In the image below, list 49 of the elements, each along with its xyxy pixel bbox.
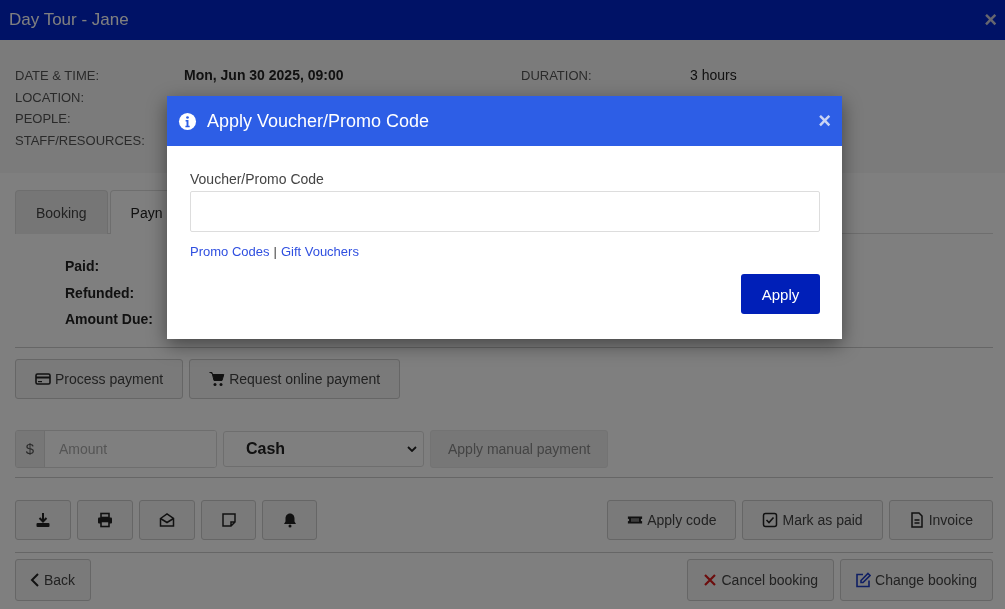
promo-code-input[interactable] [190, 191, 820, 232]
currency-symbol: $ [16, 430, 45, 467]
detail-label: PEOPLE: [15, 110, 72, 128]
link[interactable]: Gift Vouchers [280, 244, 359, 259]
email-button[interactable] [139, 499, 195, 540]
credit-card-icon [35, 370, 51, 387]
close-icon [701, 571, 718, 588]
detail-value: Mon, Jun 30 2025, 09:00 [184, 66, 345, 85]
edit-icon [855, 571, 871, 588]
back-button[interactable]: Back [15, 558, 92, 601]
chevron-left-icon [30, 571, 40, 588]
detail-label: DURATION: [521, 67, 593, 85]
bell-icon [281, 511, 298, 528]
summary-label: Refunded: [65, 283, 135, 302]
window-title: Day Tour - Jane [9, 10, 129, 30]
detail-label: DATE & TIME: [15, 67, 101, 85]
detail-label: STAFF/RESOURCES: [15, 131, 146, 150]
sticky-note-icon [220, 511, 237, 528]
field-label: Voucher/Promo Code [190, 171, 325, 187]
footer-button[interactable]: Change booking [840, 558, 993, 601]
summary-label: Paid: [65, 257, 100, 276]
footer-button[interactable]: Cancel booking [686, 558, 834, 601]
close-button[interactable]: × [984, 9, 997, 31]
cart-icon [209, 370, 226, 387]
payment-button[interactable]: Process payment [15, 358, 184, 399]
detail-value: 3 hours [690, 66, 738, 85]
action-button[interactable]: Apply code [607, 499, 737, 540]
checkbox-icon [762, 511, 779, 528]
info-icon [178, 111, 197, 131]
close-button[interactable]: × [818, 108, 831, 134]
link[interactable]: Promo Codes [190, 244, 270, 259]
download-button[interactable] [15, 499, 71, 540]
link-separator: | [273, 244, 277, 259]
download-icon [35, 511, 51, 528]
payment-button[interactable]: Request online payment [189, 358, 401, 399]
action-button[interactable]: Mark as paid [742, 499, 883, 540]
dialog-title: Apply Voucher/Promo Code [207, 110, 431, 132]
envelope-open-icon [159, 511, 175, 528]
tab[interactable]: Booking [15, 190, 108, 234]
action-button[interactable]: Invoice [888, 499, 993, 540]
summary-label: Amount Due: [65, 310, 153, 329]
note-button[interactable] [201, 499, 256, 540]
document-icon [908, 511, 925, 528]
notification-button[interactable] [262, 499, 317, 540]
printer-icon [97, 511, 113, 528]
detail-label: LOCATION: [15, 88, 86, 107]
print-button[interactable] [77, 499, 133, 540]
apply-button[interactable]: Apply [741, 274, 820, 314]
chevron-down-icon [407, 445, 417, 452]
